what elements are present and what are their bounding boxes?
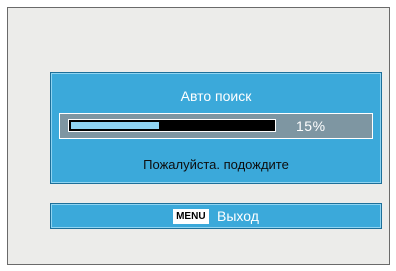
status-message: Пожалуйста. подождите — [143, 157, 289, 172]
exit-label: Выход — [217, 208, 259, 224]
dialog-title: Авто поиск — [180, 88, 252, 104]
progress-bar — [68, 119, 276, 132]
menu-key-badge: MENU — [173, 209, 209, 224]
progress-percent: 15% — [296, 118, 326, 134]
exit-button-content: MENU Выход — [173, 208, 259, 226]
progress-fill — [71, 122, 159, 129]
tv-screen: Авто поиск 15% Пожалуйста. подождите MEN… — [7, 7, 390, 265]
progress-row: 15% — [59, 113, 373, 139]
auto-search-dialog: Авто поиск 15% Пожалуйста. подождите — [50, 72, 382, 184]
exit-button[interactable]: MENU Выход — [50, 203, 382, 229]
